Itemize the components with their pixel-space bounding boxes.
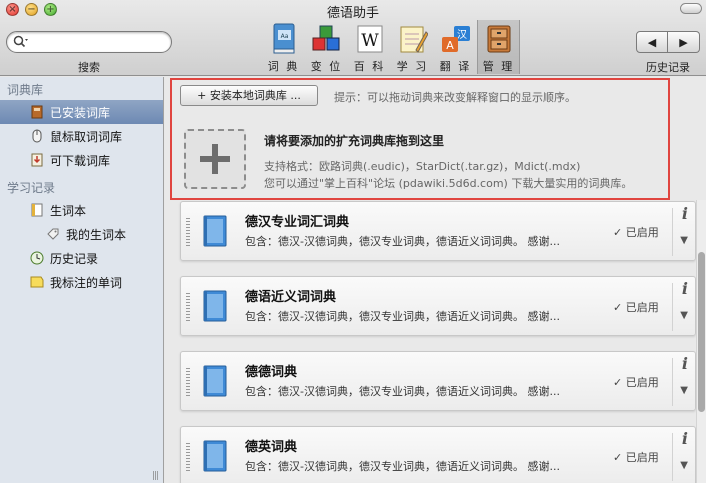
dictionary-name: 德汉专业词汇词典	[245, 215, 350, 230]
info-icon[interactable]: i	[682, 429, 688, 448]
sidebar-item-mouse-capture[interactable]: 鼠标取词词库	[0, 124, 163, 148]
sidebar-item-label: 生词本	[50, 203, 87, 218]
sidebar: 词典库 已安装词库 鼠标取词词库 可下载词库 学习记录 生词本 我的生词本 历史…	[0, 77, 164, 483]
sidebar-section-dictionaries: 词典库	[7, 83, 44, 97]
search-input[interactable]	[33, 34, 163, 50]
sidebar-item-label: 可下载词库	[50, 153, 111, 168]
sidebar-item-downloadable[interactable]: 可下载词库	[0, 148, 163, 172]
main-pane: + 安装本地词典库 ... 提示：可以拖动词典来改变解释窗口的显示顺序。 请将要…	[165, 77, 706, 483]
translate-icon: 汉A	[440, 22, 472, 56]
book-icon	[30, 105, 44, 119]
search-field[interactable]	[6, 31, 172, 53]
card-divider	[672, 358, 673, 406]
sidebar-item-label: 我的生词本	[66, 227, 127, 242]
manage-cabinet-icon	[483, 22, 515, 56]
sidebar-item-label: 历史记录	[50, 251, 99, 266]
chevron-down-icon[interactable]: ▼	[680, 310, 688, 321]
dictionary-name: 德英词典	[245, 440, 298, 455]
drag-handle[interactable]	[186, 368, 190, 396]
chevron-down-icon[interactable]: ▼	[680, 460, 688, 471]
tool-label: 变 位	[310, 60, 343, 73]
dictionary-description: 包含：德汉-汉德词典，德汉专业词典，德语近义词词典。 感谢...	[245, 310, 560, 323]
history-label: 历史记录	[646, 61, 690, 74]
sidebar-item-history[interactable]: 历史记录	[0, 246, 163, 270]
study-notebook-icon	[397, 22, 429, 56]
conjugation-cubes-icon	[311, 22, 343, 56]
dictionary-card[interactable]: 德德词典 包含：德汉-汉德词典，德汉专业词典，德语近义词词典。 感谢... ✓ …	[180, 351, 696, 411]
tag-icon	[46, 227, 60, 241]
enabled-status[interactable]: ✓ 已启用	[613, 449, 659, 465]
history-forward-button[interactable]: ▶	[668, 31, 700, 53]
notebook-icon	[30, 203, 44, 217]
wikipedia-icon: W	[354, 22, 386, 56]
sidebar-item-installed[interactable]: 已安装词库	[0, 100, 163, 124]
download-icon	[30, 153, 44, 167]
dictionary-card[interactable]: 德汉专业词汇词典 包含：德汉-汉德词典，德汉专业词典，德语近义词词典。 感谢..…	[180, 201, 696, 261]
svg-text:W: W	[361, 31, 379, 51]
dictionary-card[interactable]: 德英词典 包含：德汉-汉德词典，德汉专业词典，德语近义词词典。 感谢... ✓ …	[180, 426, 696, 483]
drag-handle[interactable]	[186, 443, 190, 471]
sidebar-resize-handle[interactable]: |||	[152, 471, 159, 481]
chevron-down-icon[interactable]: ▼	[680, 385, 688, 396]
dictionary-description: 包含：德汉-汉德词典，德汉专业词典，德语近义词词典。 感谢...	[245, 385, 560, 398]
enabled-status[interactable]: ✓ 已启用	[613, 224, 659, 240]
sidebar-item-vocabulary[interactable]: 生词本	[0, 198, 163, 222]
dictionary-name: 德德词典	[245, 365, 298, 380]
info-icon[interactable]: i	[682, 204, 688, 223]
info-icon[interactable]: i	[682, 279, 688, 298]
sidebar-item-label: 已安装词库	[50, 105, 111, 120]
svg-text:Aa: Aa	[280, 33, 288, 40]
enabled-status[interactable]: ✓ 已启用	[613, 374, 659, 390]
sidebar-item-label: 我标注的单词	[50, 275, 123, 290]
tool-wiki[interactable]: W 百 科	[348, 22, 391, 74]
search-label: 搜索	[78, 61, 100, 74]
scrollbar-thumb[interactable]	[698, 252, 705, 412]
sidebar-item-my-vocabulary[interactable]: 我的生词本	[0, 222, 163, 246]
sidebar-item-marked-words[interactable]: 我标注的单词	[0, 270, 163, 294]
svg-text:汉: 汉	[457, 29, 467, 41]
tool-translate[interactable]: 汉A 翻 译	[434, 22, 477, 74]
dictionary-book-icon	[203, 365, 227, 397]
window-title: 德语助手	[326, 6, 379, 21]
tool-label: 学 习	[396, 60, 429, 73]
svg-text:A: A	[446, 39, 454, 52]
dictionary-card[interactable]: 德语近义词词典 包含：德汉-汉德词典，德汉专业词典，德语近义词词典。 感谢...…	[180, 276, 696, 336]
tool-label: 百 科	[353, 60, 386, 73]
tool-manage[interactable]: 管 理	[477, 20, 520, 74]
tool-label: 管 理	[482, 60, 515, 73]
search-icon[interactable]	[13, 35, 29, 52]
info-icon[interactable]: i	[682, 354, 688, 373]
dictionary-book-icon	[203, 215, 227, 247]
enabled-status[interactable]: ✓ 已启用	[613, 299, 659, 315]
sidebar-section-study-records: 学习记录	[7, 181, 56, 195]
card-divider	[672, 208, 673, 256]
card-divider	[672, 433, 673, 481]
drag-handle[interactable]	[186, 218, 190, 246]
highlight-frame	[170, 78, 670, 200]
history-nav: ◀ ▶	[636, 31, 700, 53]
tool-label: 词 典	[267, 60, 300, 73]
dictionary-name: 德语近义词词典	[245, 290, 337, 305]
toolbar-toggle-pill[interactable]	[680, 3, 702, 14]
tool-dictionary[interactable]: Aa 词 典	[262, 22, 305, 74]
drag-handle[interactable]	[186, 293, 190, 321]
dictionary-icon: Aa	[268, 22, 300, 56]
dictionary-book-icon	[203, 290, 227, 322]
dictionary-description: 包含：德汉-汉德词典，德汉专业词典，德语近义词词典。 感谢...	[245, 460, 560, 473]
tool-conjugation[interactable]: 变 位	[305, 22, 348, 74]
dictionary-book-icon	[203, 440, 227, 472]
history-back-button[interactable]: ◀	[636, 31, 668, 53]
tool-label: 翻 译	[439, 60, 472, 73]
vertical-scrollbar[interactable]	[696, 200, 706, 483]
tool-study[interactable]: 学 习	[391, 22, 434, 74]
clock-icon	[30, 251, 44, 265]
mouse-icon	[30, 129, 44, 143]
card-divider	[672, 283, 673, 331]
toolbar-tools: Aa 词 典 变 位 W 百 科 学 习 汉A 翻 译 管 理	[262, 20, 520, 74]
note-icon	[30, 275, 44, 289]
window-toolbar: × − + 德语助手 搜索 Aa 词 典 变 位 W 百 科 学 习 汉 A 翻…	[0, 0, 706, 76]
sidebar-item-label: 鼠标取词词库	[50, 129, 123, 144]
chevron-down-icon[interactable]: ▼	[680, 235, 688, 246]
dictionary-description: 包含：德汉-汉德词典，德汉专业词典，德语近义词词典。 感谢...	[245, 235, 560, 248]
